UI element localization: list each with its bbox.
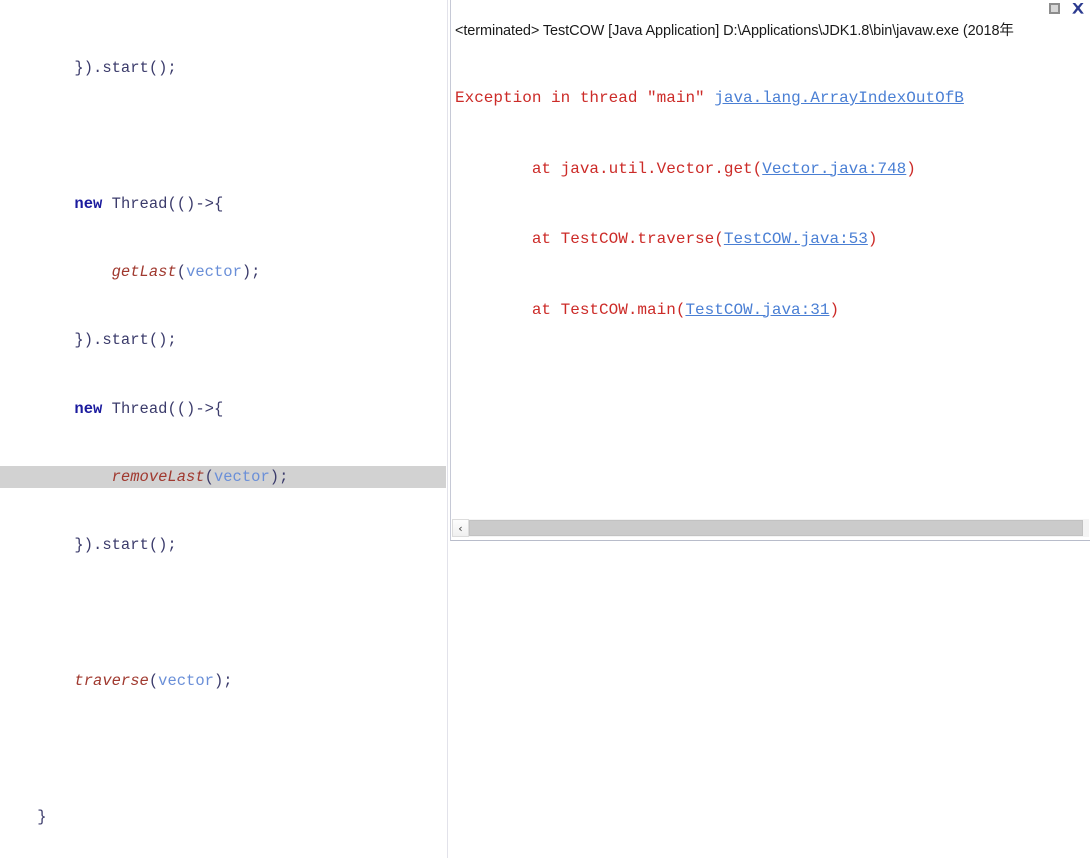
code-line-highlighted[interactable]: removeLast(vector);	[0, 465, 448, 489]
stack-frame-text: at TestCOW.traverse(	[455, 230, 724, 248]
stack-frame-link[interactable]: TestCOW.java:31	[685, 301, 829, 319]
code-line[interactable]: new Thread(()->{	[0, 193, 448, 216]
code-line[interactable]	[0, 738, 448, 761]
empty-area-below-console	[450, 542, 1090, 858]
stack-frame-link[interactable]: TestCOW.java:53	[724, 230, 868, 248]
stack-frame-text: at TestCOW.main(	[455, 300, 686, 319]
console-line-stack[interactable]: at java.util.Vector.get(Vector.java:748)	[455, 158, 1090, 182]
code-line[interactable]	[0, 125, 448, 148]
java-source-editor[interactable]: }).start(); new Thread(()->{ getLast(vec…	[0, 0, 448, 858]
code-line[interactable]: traverse(vector);	[0, 670, 448, 693]
close-x-icon	[1072, 3, 1084, 14]
code-line[interactable]: }).start();	[0, 329, 448, 352]
editor-pane-divider	[447, 0, 448, 858]
terminate-button[interactable]	[1047, 1, 1063, 17]
console-line-stack[interactable]: at TestCOW.main(TestCOW.java:31)	[455, 299, 1090, 323]
console-line-stack[interactable]: at TestCOW.traverse(TestCOW.java:53)	[455, 228, 1090, 252]
exception-type-link[interactable]: java.lang.ArrayIndexOutOfB	[714, 89, 964, 107]
code-line[interactable]: }	[0, 806, 448, 829]
code-line[interactable]	[0, 602, 448, 625]
stack-frame-link[interactable]: Vector.java:748	[762, 160, 906, 178]
editor-code-area[interactable]: }).start(); new Thread(()->{ getLast(vec…	[0, 0, 448, 858]
console-output[interactable]: Exception in thread "main" java.lang.Arr…	[455, 40, 1090, 369]
code-line[interactable]: new Thread(()->{	[0, 398, 448, 421]
console-launch-header: <terminated> TestCOW [Java Application] …	[455, 23, 1014, 39]
scroll-left-button[interactable]: ‹	[452, 519, 469, 537]
console-horizontal-scrollbar[interactable]: ‹	[452, 519, 1089, 537]
console-toolbar[interactable]	[890, 0, 1090, 18]
eclipse-console-view[interactable]: <terminated> TestCOW [Java Application] …	[450, 0, 1090, 541]
stack-frame-text: at java.util.Vector.get(	[455, 159, 763, 178]
scrollbar-thumb[interactable]	[469, 520, 1083, 536]
code-line[interactable]: }).start();	[0, 57, 448, 80]
remove-launch-button[interactable]	[1070, 1, 1086, 17]
code-line[interactable]: }).start();	[0, 534, 448, 557]
stack-frame-close: )	[906, 159, 916, 178]
stack-frame-close: )	[829, 300, 840, 319]
code-line[interactable]: getLast(vector);	[0, 261, 448, 284]
console-line-exception[interactable]: Exception in thread "main" java.lang.Arr…	[455, 87, 1090, 111]
stack-frame-close: )	[867, 230, 878, 248]
stop-square-icon	[1049, 3, 1060, 14]
scrollbar-track[interactable]	[469, 519, 1089, 537]
exception-message: Exception in thread "main"	[455, 89, 715, 107]
